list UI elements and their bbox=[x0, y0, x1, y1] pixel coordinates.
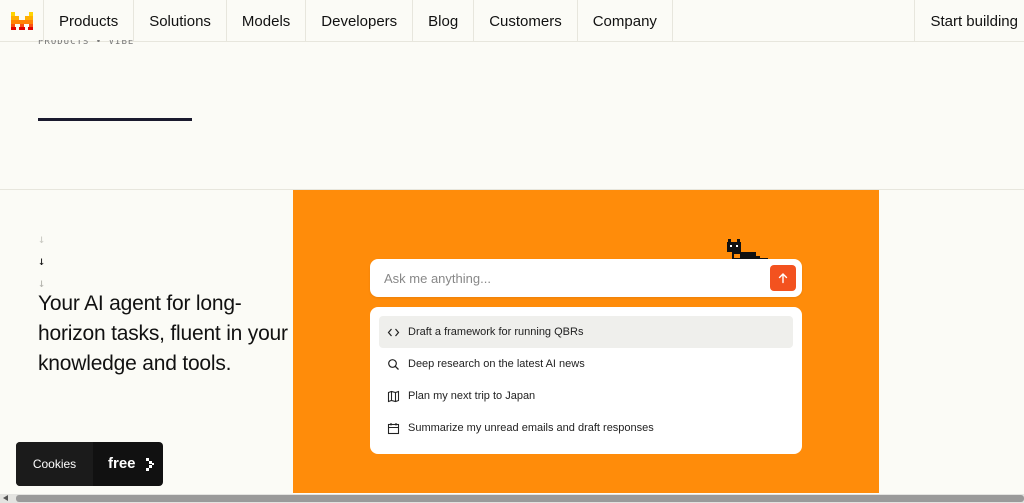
arrow-up-icon bbox=[778, 273, 788, 284]
cookies-button[interactable]: Cookies bbox=[16, 442, 93, 486]
breadcrumb: PRODUCTS • VIBE bbox=[38, 40, 135, 47]
suggestion-list: Draft a framework for running QBRs Deep … bbox=[370, 307, 802, 454]
send-button[interactable] bbox=[770, 265, 796, 291]
scroll-arrows: ↓ ↓ ↓ bbox=[38, 228, 52, 294]
hero-headline: Your AI agent for long-horizon tasks, fl… bbox=[38, 292, 288, 375]
arrow-down-icon: ↓ bbox=[38, 254, 46, 268]
suggestion-item[interactable]: Summarize my unread emails and draft res… bbox=[379, 412, 793, 444]
arrow-down-icon: ↓ bbox=[38, 232, 46, 246]
code-icon bbox=[386, 325, 400, 339]
nav-solutions[interactable]: Solutions bbox=[134, 0, 227, 42]
nav-models[interactable]: Models bbox=[227, 0, 307, 42]
horizontal-scrollbar[interactable] bbox=[0, 494, 1024, 503]
nav-products[interactable]: Products bbox=[44, 0, 135, 42]
chat-input[interactable] bbox=[384, 268, 764, 288]
suggestion-label: Deep research on the latest AI news bbox=[408, 358, 585, 370]
suggestion-label: Plan my next trip to Japan bbox=[408, 390, 536, 402]
hero-rule-divider bbox=[38, 118, 192, 121]
suggestion-item[interactable]: Deep research on the latest AI news bbox=[379, 348, 793, 380]
chat-input-box bbox=[370, 259, 802, 297]
suggestion-label: Summarize my unread emails and draft res… bbox=[408, 422, 654, 434]
scroll-left-icon[interactable] bbox=[3, 495, 8, 501]
calendar-icon bbox=[386, 421, 400, 435]
chat-demo-panel: Draft a framework for running QBRs Deep … bbox=[293, 190, 879, 493]
search-icon bbox=[386, 357, 400, 371]
brand-logo[interactable] bbox=[0, 0, 44, 42]
map-icon bbox=[386, 389, 400, 403]
scrollbar-thumb[interactable] bbox=[16, 495, 1024, 502]
suggestion-item[interactable]: Plan my next trip to Japan bbox=[379, 380, 793, 412]
suggestion-item[interactable]: Draft a framework for running QBRs bbox=[379, 316, 793, 348]
logo-icon bbox=[10, 12, 33, 30]
nav-customers[interactable]: Customers bbox=[474, 0, 578, 42]
cookies-banner: Cookies free bbox=[16, 442, 163, 486]
start-building-button[interactable]: Start building bbox=[914, 0, 1024, 42]
nav-blog[interactable]: Blog bbox=[413, 0, 475, 42]
try-free-button-text[interactable]: free bbox=[108, 455, 136, 472]
nav-developers[interactable]: Developers bbox=[306, 0, 414, 42]
top-navigation: Products Solutions Models Developers Blo… bbox=[0, 0, 1024, 42]
suggestion-label: Draft a framework for running QBRs bbox=[408, 326, 584, 338]
nav-company[interactable]: Company bbox=[578, 0, 673, 42]
chevron-right-icon bbox=[146, 458, 154, 471]
